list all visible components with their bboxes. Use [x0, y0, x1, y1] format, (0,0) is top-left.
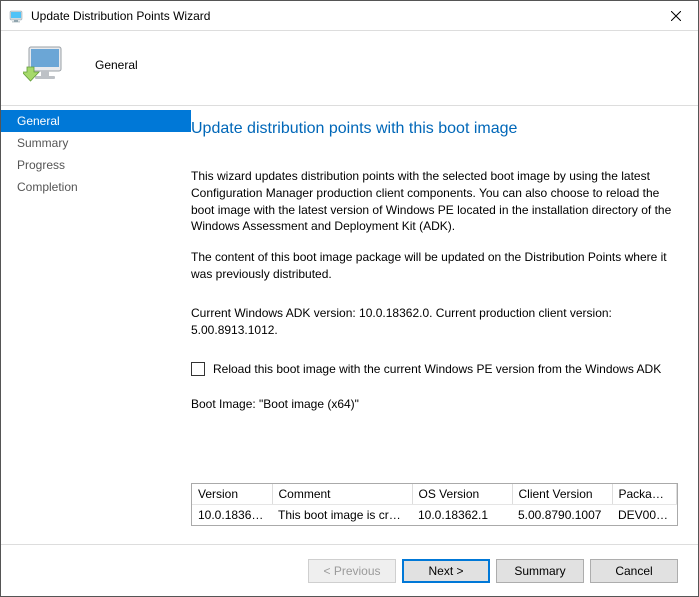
cell-os-version: 10.0.18362.1	[412, 505, 512, 526]
col-comment[interactable]: Comment	[272, 484, 412, 505]
col-os-version[interactable]: OS Version	[412, 484, 512, 505]
boot-image-table: Version Comment OS Version Client Versio…	[191, 483, 678, 526]
reload-checkbox-row: Reload this boot image with the current …	[191, 362, 678, 376]
cell-client-version: 5.00.8790.1007	[512, 505, 612, 526]
sidebar-item-completion[interactable]: Completion	[1, 176, 191, 198]
reload-checkbox-label: Reload this boot image with the current …	[213, 362, 661, 376]
col-package-id[interactable]: Package ID	[612, 484, 677, 505]
table-row[interactable]: 10.0.18362.1 This boot image is create..…	[192, 505, 677, 526]
next-button[interactable]: Next >	[402, 559, 490, 583]
wizard-steps-sidebar: General Summary Progress Completion	[1, 106, 191, 544]
window-title: Update Distribution Points Wizard	[31, 9, 654, 23]
cancel-button[interactable]: Cancel	[590, 559, 678, 583]
reload-checkbox[interactable]	[191, 362, 205, 376]
header-title: General	[95, 58, 138, 72]
col-version[interactable]: Version	[192, 484, 272, 505]
computer-monitor-icon	[23, 41, 71, 89]
page-title: Update distribution points with this boo…	[191, 120, 678, 138]
close-button[interactable]	[654, 1, 698, 31]
col-client-version[interactable]: Client Version	[512, 484, 612, 505]
cell-package-id: DEV00005	[612, 505, 677, 526]
header: General	[1, 31, 698, 105]
cell-version: 10.0.18362.1	[192, 505, 272, 526]
description-para-1: This wizard updates distribution points …	[191, 168, 678, 235]
sidebar-item-progress[interactable]: Progress	[1, 154, 191, 176]
description-para-2: The content of this boot image package w…	[191, 249, 678, 283]
sidebar-item-label: General	[17, 114, 60, 128]
content-area: General Summary Progress Completion Upda…	[1, 105, 698, 544]
table-header-row: Version Comment OS Version Client Versio…	[192, 484, 677, 505]
main-panel: Update distribution points with this boo…	[191, 106, 698, 544]
title-bar: Update Distribution Points Wizard	[1, 1, 698, 31]
wizard-icon	[9, 8, 25, 24]
boot-image-line: Boot Image: "Boot image (x64)"	[191, 396, 678, 413]
cell-comment: This boot image is create...	[272, 505, 412, 526]
versions-line: Current Windows ADK version: 10.0.18362.…	[191, 305, 678, 339]
summary-button[interactable]: Summary	[496, 559, 584, 583]
footer-buttons: < Previous Next > Summary Cancel	[1, 544, 698, 596]
sidebar-item-summary[interactable]: Summary	[1, 132, 191, 154]
sidebar-item-label: Summary	[17, 136, 68, 150]
sidebar-item-label: Progress	[17, 158, 65, 172]
sidebar-item-general[interactable]: General	[1, 110, 191, 132]
sidebar-item-label: Completion	[17, 180, 78, 194]
previous-button: < Previous	[308, 559, 396, 583]
